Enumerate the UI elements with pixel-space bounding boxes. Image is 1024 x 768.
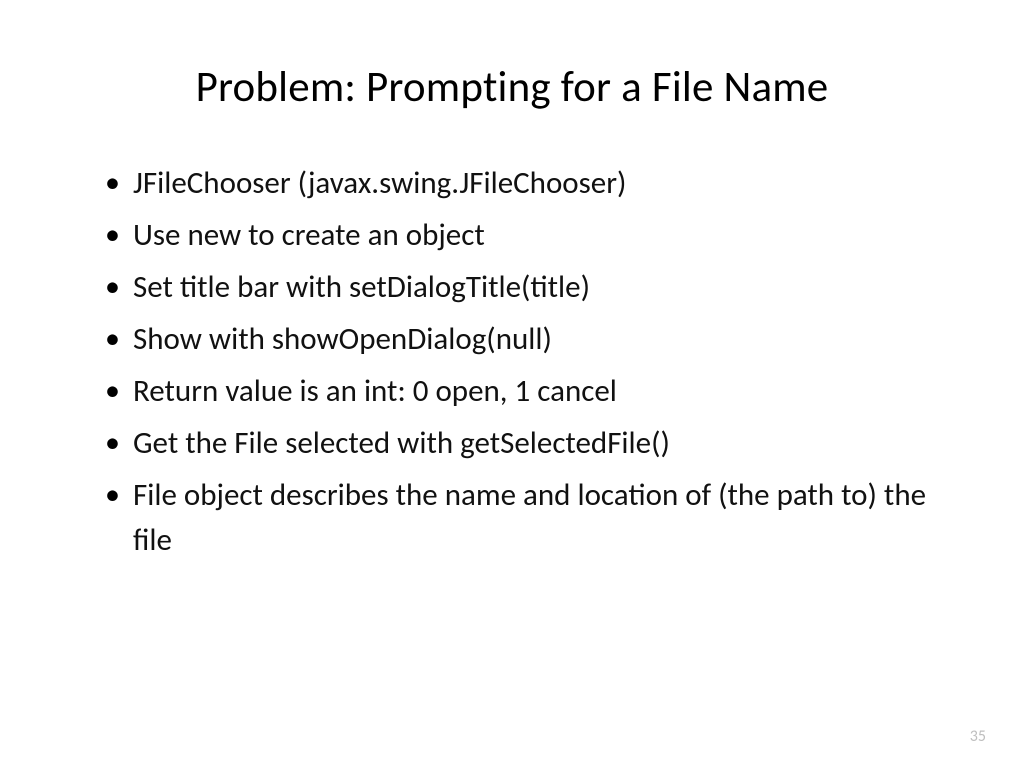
list-item: Return value is an int: 0 open, 1 cancel [95, 369, 929, 414]
list-item: Get the File selected with getSelectedFi… [95, 421, 929, 466]
list-item: Set title bar with setDialogTitle(title) [95, 265, 929, 310]
slide: Problem: Prompting for a File Name JFile… [0, 0, 1024, 768]
list-item: JFileChooser (javax.swing.JFileChooser) [95, 161, 929, 206]
page-number: 35 [970, 727, 986, 746]
list-item: Show with showOpenDialog(null) [95, 317, 929, 362]
bullet-list: JFileChooser (javax.swing.JFileChooser) … [95, 161, 929, 563]
list-item: File object describes the name and locat… [95, 473, 929, 563]
slide-title: Problem: Prompting for a File Name [95, 60, 929, 113]
list-item: Use new to create an object [95, 213, 929, 258]
